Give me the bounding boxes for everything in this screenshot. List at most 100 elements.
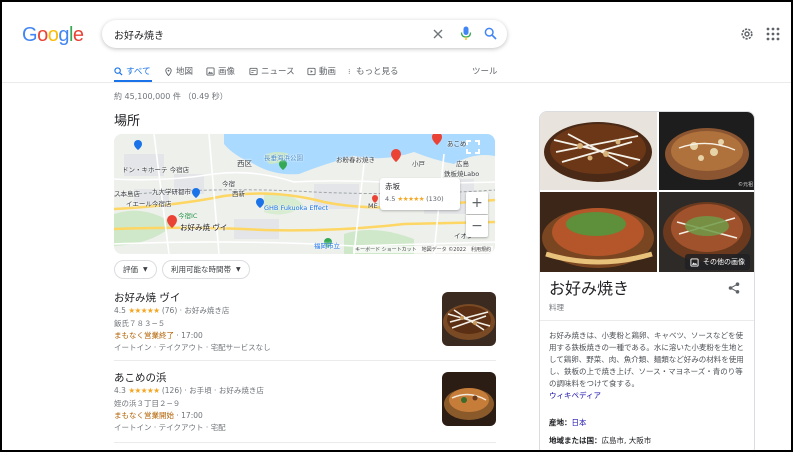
kp-description: お好み焼きは、小麦粉と鶏卵、キャベツ、ソースなどを使用する鉄板焼きの一種である。… — [549, 330, 749, 402]
result-divider — [114, 442, 496, 443]
tab-maps[interactable]: 地図 — [164, 62, 193, 80]
star-rating-icon: ★★★★★ — [128, 306, 160, 315]
search-tabs: すべて 地図 画像 ニュース 動画 もっと見る — [114, 62, 494, 82]
logo-letter: o — [37, 24, 48, 46]
chip-label: 評価 — [123, 265, 138, 274]
apps-grid-icon[interactable] — [766, 27, 780, 41]
tab-all[interactable]: すべて — [114, 62, 151, 80]
place-address: 飯氏７８３−５ — [114, 319, 166, 328]
tab-images[interactable]: 画像 — [206, 62, 235, 80]
status-text: まもなく営業終了 — [114, 331, 174, 340]
news-icon — [249, 67, 258, 75]
map-label: 西区 — [237, 159, 252, 168]
chip-label: 利用可能な時間帯 — [171, 265, 231, 274]
place-meta: (126) · お手頃 · お好み焼き店 — [161, 386, 264, 395]
place-thumbnail[interactable] — [442, 292, 496, 346]
place-address: 姪の浜３丁目２−９ — [114, 399, 181, 408]
okonomiyaki-photo — [659, 112, 754, 190]
star-rating-icon: ★★★★★ — [128, 386, 160, 395]
video-icon — [307, 67, 316, 75]
knowledge-panel: ©元祖 その他の画像 お好み焼き 料理 お好み焼きは、小麦粉と鶏卵、キャベツ、ソ… — [539, 111, 755, 450]
map-label: あこめ — [447, 140, 467, 148]
status-text: まもなく営業開始 — [114, 411, 174, 420]
place-meta: (76) · お好み焼き店 — [161, 306, 230, 315]
map-label: 今宿IC — [178, 212, 198, 220]
map-label: GHB Fukuoka Effect — [264, 204, 329, 212]
result-stats: 約 45,100,000 件 （0.49 秒） — [114, 92, 228, 101]
google-logo[interactable]: Google — [22, 24, 84, 47]
search-icon[interactable] — [484, 27, 497, 40]
local-map[interactable]: 長垂海浜公園 ドン・キホーテ 今宿店 九大学研都市 西区 今宿 イエール今宿店 … — [114, 134, 495, 254]
place-rating-line: 4.3 ★★★★★ (126) · お手頃 · お好み焼き店 — [114, 385, 264, 396]
tools-button[interactable]: ツール — [472, 65, 498, 77]
filter-hours[interactable]: 利用可能な時間帯 ▼ — [162, 260, 250, 279]
place-result[interactable]: あこめの浜 4.3 ★★★★★ (126) · お手頃 · お好み焼き店 姪の浜… — [114, 370, 496, 436]
zoom-out-button[interactable]: − — [466, 215, 488, 237]
okonomiyaki-photo — [540, 112, 657, 190]
fullscreen-button[interactable] — [466, 140, 488, 162]
logo-letter: g — [58, 24, 69, 46]
place-result[interactable]: お好み焼 ヴイ 4.5 ★★★★★ (76) · お好み焼き店 飯氏７８３−５ … — [114, 290, 496, 356]
map-label: ドン・キホーテ 今宿店 — [122, 166, 190, 174]
tab-label: すべて — [126, 67, 151, 77]
kp-description-text: お好み焼きは、小麦粉と鶏卵、キャベツ、ソースなどを使用する鉄板焼きの一種である。… — [549, 331, 744, 388]
map-label: 九大学研都市 — [152, 188, 191, 196]
kp-image[interactable] — [540, 112, 657, 190]
map-card-rating-line: 4.5 ★★★★★ (130) — [385, 195, 455, 203]
map-attribution[interactable]: キーボード ショートカット 地図データ ©2022 利用規約 — [353, 246, 493, 253]
map-label: 西新 — [232, 190, 245, 198]
place-status: まもなく営業開始 · 17:00 — [114, 410, 203, 421]
tab-videos[interactable]: 動画 — [307, 62, 336, 80]
okonomiyaki-photo — [540, 192, 657, 272]
wikipedia-link[interactable]: ウィキペディア — [549, 391, 601, 400]
kp-image[interactable] — [540, 192, 657, 272]
filter-rating[interactable]: 評価 ▼ — [114, 260, 157, 279]
okonomiyaki-photo — [442, 292, 496, 346]
map-label: 小戸 — [412, 160, 425, 168]
fact-value-link[interactable]: 日本 — [572, 418, 587, 427]
fullscreen-icon — [466, 140, 480, 154]
place-status: まもなく営業終了 · 17:00 — [114, 330, 203, 341]
place-rating: 4.3 — [114, 386, 126, 395]
map-card-rating: 4.5 — [385, 195, 396, 203]
zoom-in-button[interactable]: + — [466, 192, 488, 214]
map-card-count: (130) — [426, 195, 444, 203]
settings-gear-icon[interactable] — [739, 26, 755, 42]
result-divider — [114, 360, 496, 361]
image-credit: ©元祖 — [737, 182, 753, 188]
kp-fact-origin: 産地：日本 — [549, 417, 587, 428]
tab-news[interactable]: ニュース — [249, 62, 295, 80]
place-name[interactable]: お好み焼 ヴイ — [114, 290, 180, 305]
more-images-label: その他の画像 — [703, 258, 745, 266]
place-rating: 4.5 — [114, 306, 126, 315]
map-label: 長垂海浜公園 — [264, 154, 303, 162]
fact-label: 産地： — [549, 418, 572, 427]
more-images-button[interactable]: その他の画像 — [685, 254, 750, 270]
kp-title: お好み焼き — [549, 279, 630, 298]
place-name[interactable]: あこめの浜 — [114, 370, 167, 385]
image-icon — [206, 66, 215, 76]
okonomiyaki-photo — [442, 372, 496, 426]
tab-label: ニュース — [261, 67, 295, 77]
map-label: お好み焼 ヴイ — [180, 223, 228, 232]
tab-more[interactable]: もっと見る — [348, 62, 399, 80]
status-time: · 17:00 — [174, 411, 203, 420]
kp-image[interactable]: ©元祖 — [659, 112, 754, 190]
map-place-card[interactable]: 赤坂 4.5 ★★★★★ (130) — [380, 178, 460, 210]
image-icon — [690, 257, 699, 267]
kp-fact-region: 地域または国：広島市, 大阪市 — [549, 435, 651, 446]
place-thumbnail[interactable] — [442, 372, 496, 426]
close-icon[interactable] — [432, 28, 444, 40]
share-icon[interactable] — [728, 282, 740, 294]
tab-label: 地図 — [176, 67, 194, 77]
place-services: イートイン · テイクアウト · 宅配 — [114, 423, 226, 432]
tab-label: 画像 — [218, 67, 236, 77]
star-rating-icon: ★★★★★ — [397, 195, 425, 203]
search-input[interactable] — [114, 25, 414, 43]
map-label: イエール今宿店 — [126, 200, 172, 208]
search-box[interactable] — [102, 20, 507, 48]
header-divider — [2, 82, 791, 83]
map-card-name: 赤坂 — [385, 182, 400, 191]
map-label: 福岡市立 — [314, 242, 340, 250]
mic-icon[interactable] — [460, 26, 472, 41]
